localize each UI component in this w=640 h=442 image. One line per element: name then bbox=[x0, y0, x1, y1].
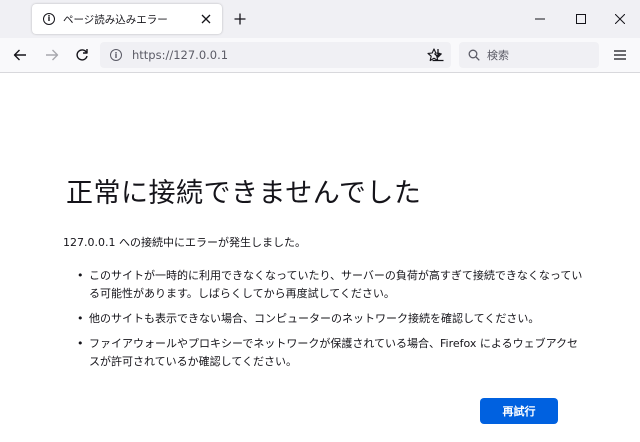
hamburger-icon bbox=[614, 50, 626, 60]
tab-close-button[interactable] bbox=[196, 9, 216, 29]
maximize-icon bbox=[576, 14, 586, 24]
list-item: • ファイアウォールやプロキシーでネットワークが保護されている場合、Firefo… bbox=[63, 335, 583, 371]
list-item: • このサイトが一時的に利用できなくなっていたり、サーバーの負荷が高すぎて接続で… bbox=[63, 267, 583, 303]
suggestion-text: ファイアウォールやプロキシーでネットワークが保護されている場合、Firefox … bbox=[89, 337, 579, 368]
downloads-button[interactable] bbox=[426, 43, 450, 67]
tab-title: ページ読み込みエラー bbox=[63, 13, 168, 26]
menu-button[interactable] bbox=[608, 43, 632, 67]
browser-window: i ページ読み込みエラー i https://127.0.0.1 検索 正常に接… bbox=[0, 0, 640, 442]
error-page: 正常に接続できませんでした 127.0.0.1 への接続中にエラーが発生しました… bbox=[0, 73, 640, 442]
back-button[interactable] bbox=[8, 43, 32, 67]
list-item: • 他のサイトも表示できない場合、コンピューターのネットワーク接続を確認してくだ… bbox=[63, 310, 583, 328]
plus-icon bbox=[234, 13, 246, 25]
navigation-toolbar: i https://127.0.0.1 検索 bbox=[0, 38, 640, 73]
search-icon bbox=[467, 48, 481, 62]
bullet: • bbox=[77, 269, 84, 282]
arrow-left-icon bbox=[13, 49, 26, 61]
suggestion-text: 他のサイトも表示できない場合、コンピューターのネットワーク接続を確認してください… bbox=[89, 312, 540, 325]
info-icon[interactable]: i bbox=[110, 49, 122, 61]
reload-button[interactable] bbox=[70, 43, 94, 67]
maximize-button[interactable] bbox=[566, 6, 596, 32]
search-input[interactable]: 検索 bbox=[487, 47, 509, 63]
forward-button[interactable] bbox=[40, 43, 64, 67]
minimize-button[interactable] bbox=[525, 6, 555, 32]
error-title: 正常に接続できませんでした bbox=[66, 178, 422, 209]
reload-icon bbox=[76, 49, 88, 61]
suggestion-list: • このサイトが一時的に利用できなくなっていたり、サーバーの負荷が高すぎて接続で… bbox=[63, 267, 583, 378]
minimize-icon bbox=[535, 18, 545, 20]
error-description: 127.0.0.1 への接続中にエラーが発生しました。 bbox=[63, 236, 306, 249]
tab-strip: i ページ読み込みエラー bbox=[0, 0, 640, 38]
address-bar[interactable]: i https://127.0.0.1 bbox=[100, 42, 451, 68]
close-icon bbox=[201, 14, 211, 24]
new-tab-button[interactable] bbox=[230, 9, 250, 29]
bullet: • bbox=[77, 312, 84, 325]
info-icon: i bbox=[43, 13, 55, 25]
search-bar[interactable]: 検索 bbox=[459, 42, 599, 68]
retry-button[interactable]: 再試行 bbox=[480, 398, 558, 424]
url-text[interactable]: https://127.0.0.1 bbox=[132, 48, 423, 62]
bullet: • bbox=[77, 337, 84, 350]
arrow-right-icon bbox=[46, 49, 59, 61]
download-icon bbox=[432, 49, 444, 62]
close-window-button[interactable] bbox=[605, 6, 635, 32]
tab-page-load-error[interactable]: i ページ読み込みエラー bbox=[32, 4, 222, 34]
close-icon bbox=[615, 14, 625, 24]
suggestion-text: このサイトが一時的に利用できなくなっていたり、サーバーの負荷が高すぎて接続できな… bbox=[89, 269, 583, 300]
